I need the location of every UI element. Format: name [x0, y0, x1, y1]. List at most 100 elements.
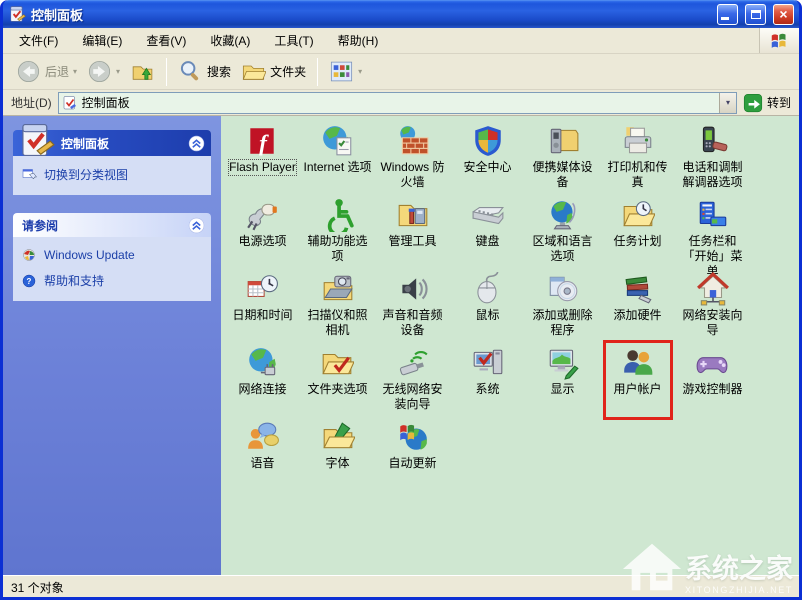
item-label: 文件夹选项 — [307, 382, 367, 397]
internet-options-icon — [321, 124, 355, 158]
folders-button[interactable]: 文件夹 — [236, 57, 311, 86]
control-panel-item[interactable]: 无线网络安装向导 — [375, 343, 450, 417]
security-center-icon — [471, 124, 505, 158]
sidebar-item-label: Windows Update — [44, 248, 135, 262]
control-panel-item[interactable]: 电源选项 — [225, 195, 300, 269]
menu-item[interactable]: 文件(F) — [7, 28, 70, 53]
menu-item[interactable]: 编辑(E) — [70, 28, 134, 53]
control-panel-item[interactable]: 添加或删除程序 — [525, 269, 600, 343]
menu-item[interactable]: 工具(T) — [262, 28, 325, 53]
views-dropdown-arrow[interactable]: ▾ — [358, 67, 362, 76]
sidebar-item[interactable]: ? 帮助和支持 — [21, 272, 203, 289]
panel-body: Windows Update ? 帮助和支持 — [13, 237, 211, 301]
control-panel-item[interactable]: 便携媒体设备 — [525, 121, 600, 195]
address-icon — [62, 95, 78, 111]
folder-options-icon — [320, 346, 354, 380]
item-label: 添加硬件 — [613, 308, 661, 323]
close-button[interactable]: × — [773, 4, 794, 25]
control-panel-item[interactable]: Windows 防火墙 — [375, 121, 450, 195]
control-panel-item[interactable]: 添加硬件 — [600, 269, 675, 343]
views-button[interactable]: ▾ — [324, 57, 367, 86]
item-label: 无线网络安装向导 — [378, 382, 448, 412]
address-label: 地址(D) — [11, 94, 52, 111]
forward-button[interactable]: ▾ — [82, 57, 125, 86]
sidebar-item[interactable]: 切换到分类视图 — [21, 166, 203, 183]
back-dropdown-arrow[interactable]: ▾ — [73, 67, 77, 76]
item-label: 显示 — [550, 382, 574, 397]
item-label: 键盘 — [475, 234, 499, 249]
control-panel-item[interactable]: 区域和语言选项 — [525, 195, 600, 269]
panel-header-see-also[interactable]: 请参阅 — [13, 213, 211, 237]
menu-item[interactable]: 帮助(H) — [326, 28, 391, 53]
toolbar-separator — [166, 58, 167, 86]
control-panel-item[interactable]: 安全中心 — [450, 121, 525, 195]
control-panel-item[interactable]: 鼠标 — [450, 269, 525, 343]
keyboard-icon — [471, 198, 505, 232]
sounds-audio-icon — [396, 272, 430, 306]
maximize-button[interactable] — [745, 4, 766, 25]
control-panel-icon — [17, 121, 55, 159]
control-panel-item[interactable]: 网络连接 — [225, 343, 300, 417]
go-button[interactable]: 转到 — [743, 93, 791, 113]
control-panel-item[interactable]: 显示 — [525, 343, 600, 417]
status-bar: 31 个对象 — [3, 575, 799, 597]
control-panel-item[interactable]: 用户帐户 — [600, 343, 675, 417]
game-controllers-icon — [695, 346, 729, 380]
control-panel-item[interactable]: 扫描仪和照相机 — [300, 269, 375, 343]
accessibility-icon — [321, 198, 355, 232]
control-panel-item[interactable]: 键盘 — [450, 195, 525, 269]
up-button[interactable] — [125, 57, 160, 86]
network-setup-wizard-icon — [696, 272, 730, 306]
automatic-updates-icon — [396, 420, 430, 454]
control-panel-item[interactable]: 电话和调制解调器选项 — [675, 121, 750, 195]
control-panel-item[interactable]: Internet 选项 — [300, 121, 375, 195]
network-connections-icon — [246, 346, 280, 380]
control-panel-item[interactable]: f Flash Player — [225, 121, 300, 195]
regional-language-icon — [546, 198, 580, 232]
item-label: Internet 选项 — [303, 160, 371, 175]
address-input[interactable]: 控制面板 ▾ — [58, 92, 737, 114]
item-label: 自动更新 — [388, 456, 436, 471]
scanners-cameras-icon — [321, 272, 355, 306]
sidebar-item[interactable]: Windows Update — [21, 247, 203, 263]
menu-item[interactable]: 收藏(A) — [198, 28, 262, 53]
control-panel-item[interactable]: 日期和时间 — [225, 269, 300, 343]
item-label: 便携媒体设备 — [528, 160, 598, 190]
control-panel-item[interactable]: 语音 — [225, 417, 300, 491]
control-panel-item[interactable]: 任务计划 — [600, 195, 675, 269]
minimize-button[interactable] — [717, 4, 738, 25]
title-bar[interactable]: 控制面板 × — [3, 0, 799, 28]
control-panel-item[interactable]: 辅助功能选项 — [300, 195, 375, 269]
windows-logo — [759, 28, 799, 53]
menu-item[interactable]: 查看(V) — [134, 28, 198, 53]
back-button[interactable]: 后退 ▾ — [11, 57, 82, 86]
forward-dropdown-arrow[interactable]: ▾ — [116, 67, 120, 76]
control-panel-item[interactable]: 管理工具 — [375, 195, 450, 269]
panel-body: 切换到分类视图 — [13, 156, 211, 195]
search-button[interactable]: 搜索 — [173, 57, 236, 86]
display-icon — [546, 346, 580, 380]
taskbar-startmenu-icon — [696, 198, 730, 232]
item-label: 扫描仪和照相机 — [303, 308, 373, 338]
control-panel-item[interactable]: 网络安装向导 — [675, 269, 750, 343]
control-panel-item[interactable]: 自动更新 — [375, 417, 450, 491]
item-label: 鼠标 — [475, 308, 499, 323]
collapse-button[interactable] — [188, 135, 205, 152]
item-label: 日期和时间 — [232, 308, 292, 323]
item-label: 电话和调制解调器选项 — [678, 160, 748, 190]
control-panel-item[interactable]: 系统 — [450, 343, 525, 417]
control-panel-item[interactable]: 声音和音频设备 — [375, 269, 450, 343]
item-label: Windows 防火墙 — [378, 160, 448, 190]
control-panel-item[interactable]: 游戏控制器 — [675, 343, 750, 417]
mouse-icon — [471, 272, 505, 306]
collapse-button[interactable] — [188, 217, 205, 234]
address-dropdown[interactable]: ▾ — [719, 93, 736, 113]
item-label: 网络安装向导 — [678, 308, 748, 338]
control-panel-item[interactable]: 任务栏和「开始」菜单 — [675, 195, 750, 269]
firewall-icon — [396, 124, 430, 158]
control-panel-item[interactable]: 文件夹选项 — [300, 343, 375, 417]
control-panel-item[interactable]: 打印机和传真 — [600, 121, 675, 195]
item-label: 添加或删除程序 — [528, 308, 598, 338]
control-panel-item[interactable]: 字体 — [300, 417, 375, 491]
panel-header-control-panel[interactable]: 控制面板 — [13, 130, 211, 156]
